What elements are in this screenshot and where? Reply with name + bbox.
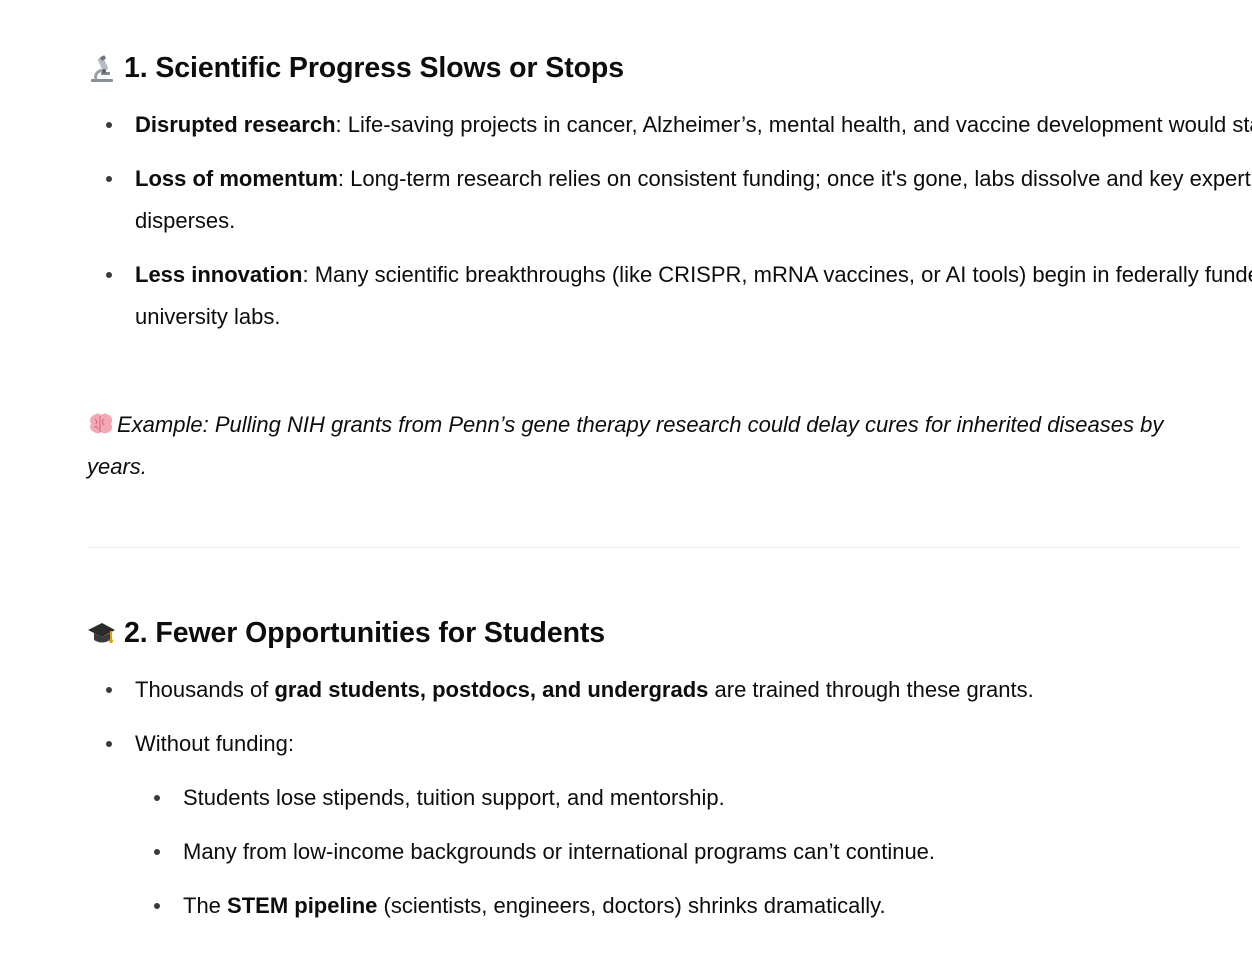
section-1-title: 1. Scientific Progress Slows or Stops — [124, 52, 624, 84]
section-2-list: Thousands of grad students, postdocs, an… — [87, 669, 1252, 939]
list-item-text: are trained through these grants. — [708, 677, 1034, 702]
list-item-text: The — [183, 893, 228, 918]
section-2-title: 2. Fewer Opportunities for Students — [124, 617, 606, 649]
list-item-bold: grad students, postdocs, and undergrads — [274, 677, 709, 702]
list-item-text: Without funding: — [135, 731, 294, 756]
list-item: The STEM pipeline (scientists, engineers… — [154, 885, 1252, 927]
list-item-text: (scientists, engineers, doctors) shrinks… — [377, 893, 886, 918]
list-item: Less innovation: Many scientific breakth… — [106, 254, 1252, 338]
section-2-heading: 2. Fewer Opportunities for Students — [87, 615, 605, 651]
list-item-bold: Less innovation — [135, 262, 303, 287]
list-item-text: : Many scientific breakthroughs (like CR… — [135, 262, 1252, 329]
microscope-icon — [87, 54, 116, 83]
graduation-cap-icon — [87, 619, 116, 648]
list-item-bold: Loss of momentum — [135, 166, 338, 191]
example-paragraph: Example: Pulling NIH grants from Penn’s … — [87, 404, 1197, 488]
list-item-text: Many from low-income backgrounds or inte… — [183, 839, 936, 864]
nested-list: Students lose stipends, tuition support,… — [135, 777, 1252, 927]
list-item: Loss of momentum: Long-term research rel… — [106, 158, 1252, 242]
brain-icon — [87, 408, 113, 434]
list-item: Without funding: Students lose stipends,… — [106, 723, 1252, 927]
list-item-text: Students lose stipends, tuition support,… — [183, 785, 725, 810]
list-item-bold: Disrupted research — [135, 112, 336, 137]
list-item: Disrupted research: Life-saving projects… — [106, 104, 1252, 146]
list-item: Thousands of grad students, postdocs, an… — [106, 669, 1252, 711]
list-item: Students lose stipends, tuition support,… — [154, 777, 1252, 819]
section-divider — [87, 547, 1240, 548]
example-text: Example: Pulling NIH grants from Penn’s … — [87, 412, 1164, 479]
list-item-text: : Life-saving projects in cancer, Alzhei… — [335, 112, 1252, 137]
list-item: Many from low-income backgrounds or inte… — [154, 831, 1252, 873]
section-1-heading: 1. Scientific Progress Slows or Stops — [87, 50, 624, 86]
list-item-text: Thousands of — [135, 677, 275, 702]
list-item-bold: STEM pipeline — [227, 893, 378, 918]
section-1-list: Disrupted research: Life-saving projects… — [87, 104, 1252, 350]
